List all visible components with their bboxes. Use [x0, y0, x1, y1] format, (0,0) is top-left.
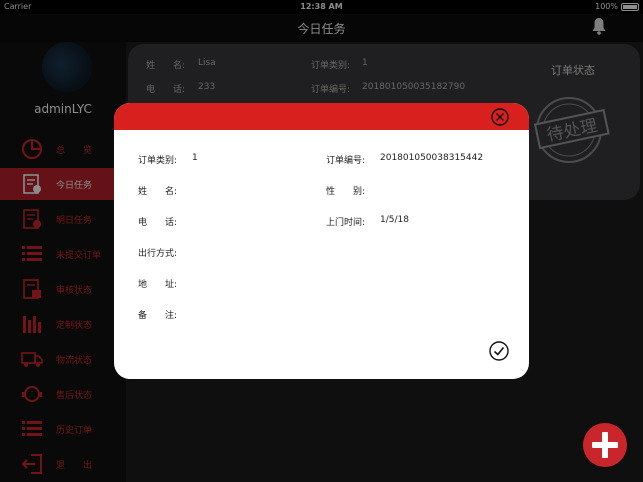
order-type-value: 1 — [192, 153, 198, 163]
remark-label: 备 注: — [138, 311, 178, 321]
confirm-check-icon[interactable] — [489, 341, 509, 361]
order-number-label: 订单编号: — [326, 156, 366, 166]
field-address: 地 址: — [138, 277, 177, 290]
close-icon[interactable] — [491, 108, 509, 126]
add-button[interactable] — [583, 423, 627, 467]
field-gender: 性 别: — [326, 184, 365, 197]
field-name: 姓 名: — [138, 184, 177, 197]
name-label: 姓 名: — [138, 187, 178, 197]
gender-label: 性 别: — [326, 187, 366, 197]
travel-mode-label: 出行方式: — [138, 249, 178, 259]
modal-header — [114, 103, 529, 130]
visit-time-value: 1/5/18 — [380, 215, 409, 225]
field-order-type: 订单类别: 1 — [138, 153, 198, 166]
order-detail-modal: 订单类别: 1 订单编号: 201801050038315442 姓 名: 性 … — [114, 103, 529, 379]
field-remark: 备 注: — [138, 308, 177, 321]
address-label: 地 址: — [138, 280, 178, 290]
order-type-label: 订单类别: — [138, 156, 178, 166]
field-visit-time: 上门时间: 1/5/18 — [326, 215, 409, 228]
field-order-number: 订单编号: 201801050038315442 — [326, 153, 483, 166]
order-number-value: 201801050038315442 — [380, 153, 484, 163]
field-travel-mode: 出行方式: — [138, 246, 177, 259]
visit-time-label: 上门时间: — [326, 218, 366, 228]
phone-label: 电 话: — [138, 218, 178, 228]
field-phone: 电 话: — [138, 215, 177, 228]
